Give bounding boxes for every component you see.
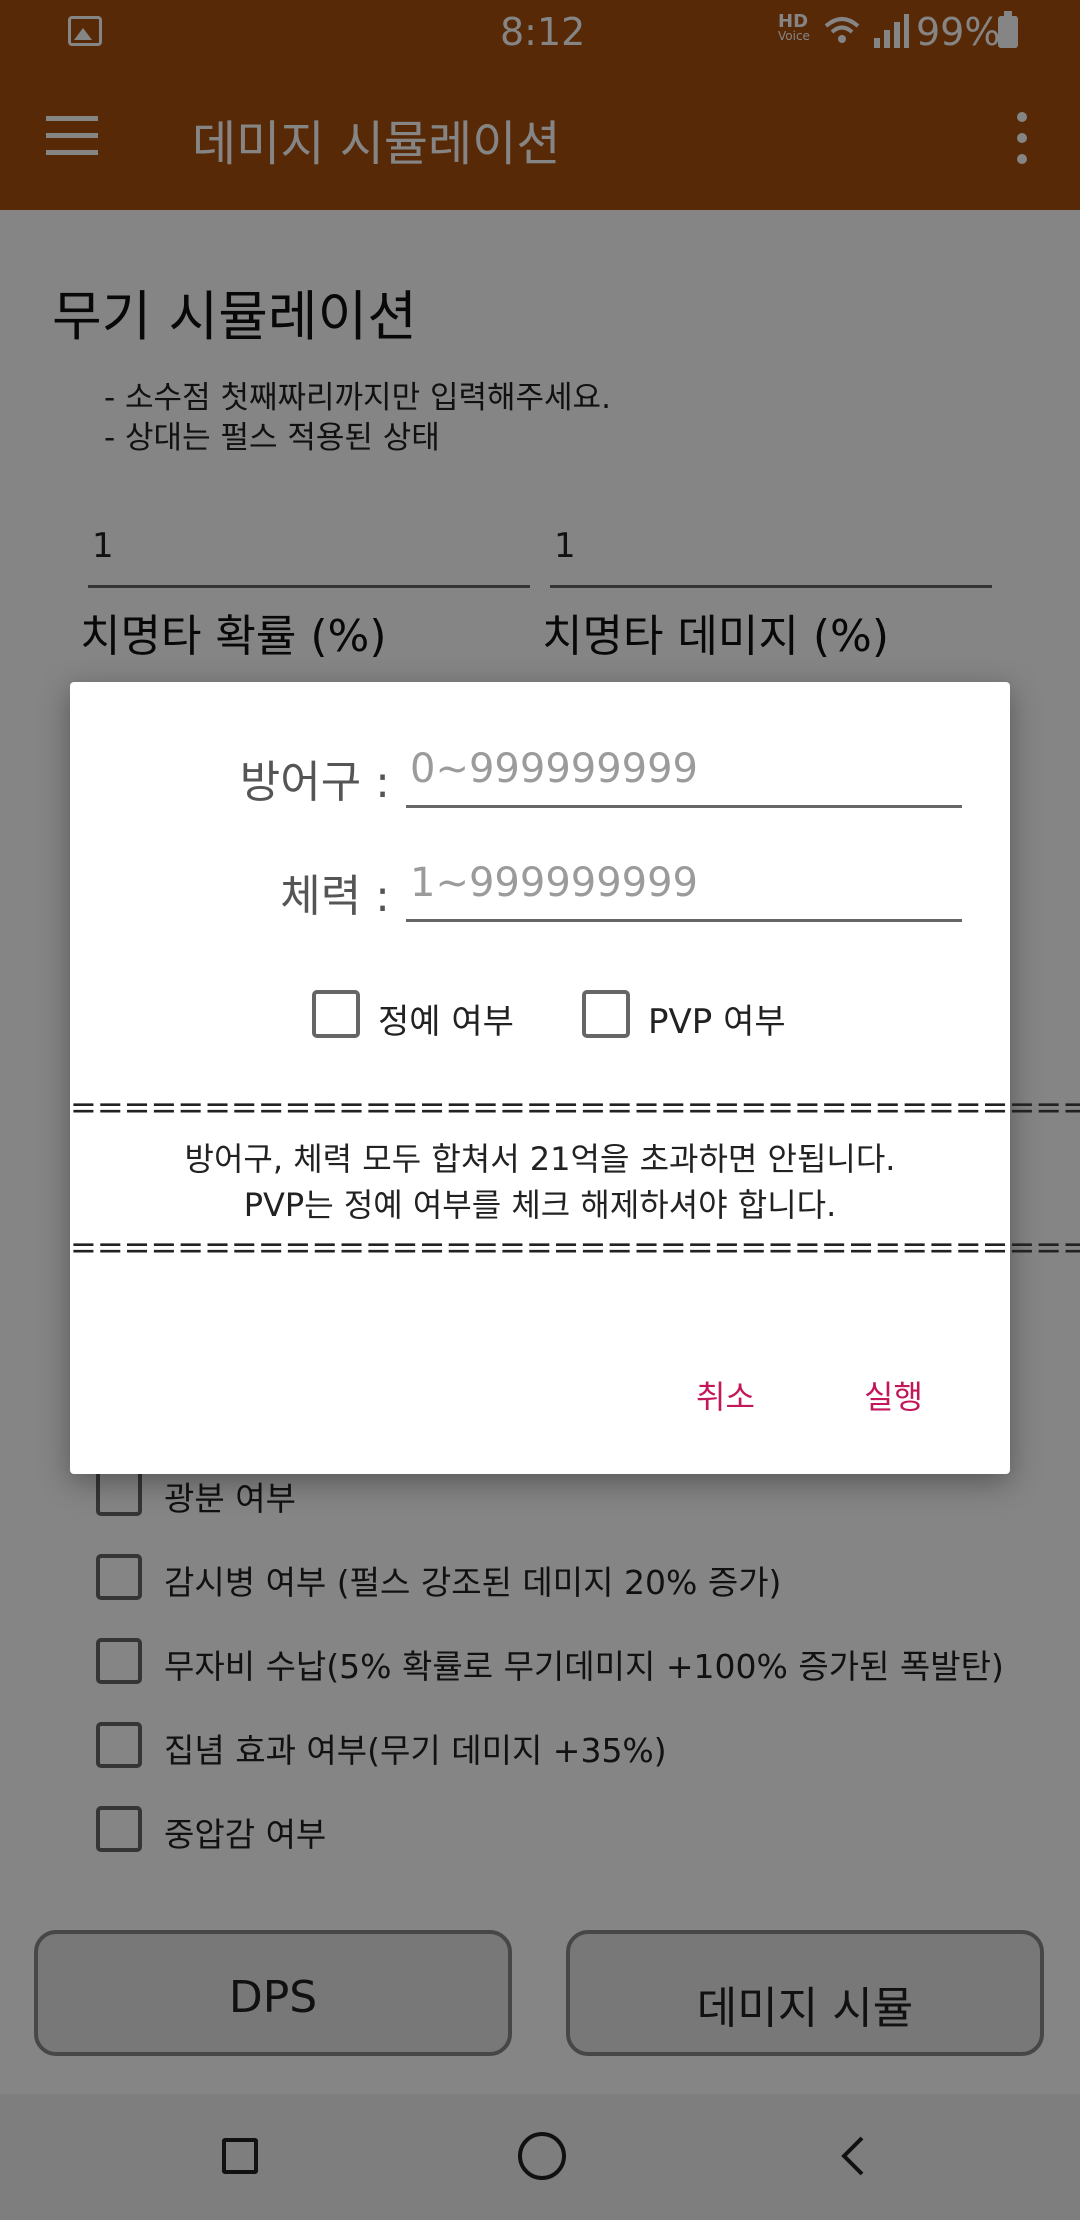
- cancel-button[interactable]: 취소: [696, 1372, 755, 1418]
- armor-label: 방어구 :: [239, 757, 390, 808]
- checkbox-box[interactable]: [312, 990, 360, 1038]
- dialog-message: PVP는 정예 여부를 체크 해제하셔야 합니다.: [243, 1186, 837, 1224]
- target-settings-dialog: 방어구 : 0~999999999 체력 : 1~999999999 정예 여부…: [70, 682, 1080, 1474]
- armor-input[interactable]: 0~999999999: [406, 738, 962, 808]
- health-input[interactable]: 1~999999999: [406, 852, 962, 922]
- separator-line: =======================================: [70, 1228, 1080, 1266]
- health-label: 체력 :: [280, 871, 390, 922]
- dialog-message: 방어구, 체력 모두 합쳐서 21억을 초과하면 안됩니다.: [184, 1140, 896, 1178]
- separator-line: =======================================: [70, 1088, 1080, 1126]
- run-button[interactable]: 실행: [864, 1372, 923, 1418]
- checkbox-box[interactable]: [582, 990, 630, 1038]
